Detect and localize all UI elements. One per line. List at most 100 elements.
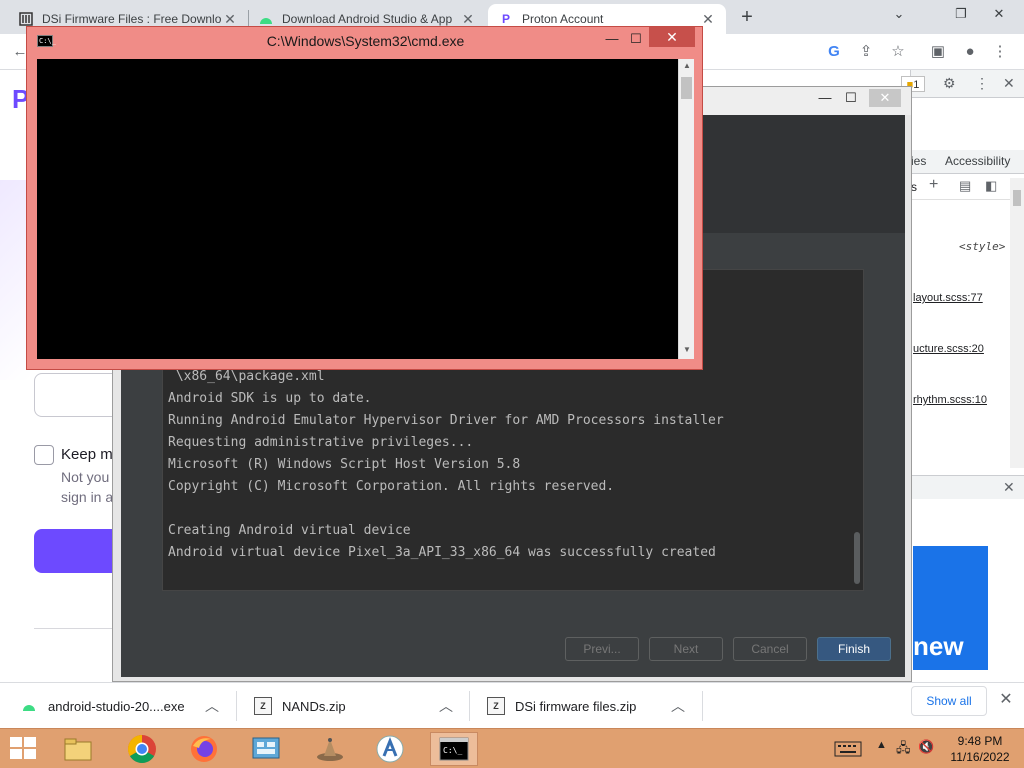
toggle-sidebar-icon[interactable]: ◧ bbox=[985, 178, 997, 194]
close-window-icon[interactable]: ✕ bbox=[984, 2, 1014, 26]
source-link[interactable]: layout.scss:77 bbox=[913, 292, 983, 304]
archive-icon bbox=[18, 11, 34, 27]
console-line: Running Android Emulator Hypervisor Driv… bbox=[168, 413, 724, 428]
close-tab-icon[interactable]: ✕ bbox=[700, 11, 716, 28]
clock-date: 11/16/2022 bbox=[950, 750, 1010, 764]
firefox-icon[interactable] bbox=[180, 732, 228, 766]
show-all-button[interactable]: Show all bbox=[911, 686, 987, 716]
tab-title: DSi Firmware Files : Free Downlo bbox=[42, 12, 222, 26]
divider bbox=[34, 628, 114, 629]
close-icon[interactable]: ✕ bbox=[649, 27, 695, 47]
file-explorer-icon[interactable] bbox=[54, 732, 102, 766]
console-line: Android SDK is up to date. bbox=[168, 391, 372, 406]
tab-accessibility[interactable]: Accessibility bbox=[945, 154, 1010, 168]
finish-button[interactable]: Finish bbox=[817, 637, 891, 661]
console-line: Requesting administrative privileges... bbox=[168, 435, 474, 450]
chevron-up-icon[interactable]: ︿ bbox=[668, 696, 688, 716]
scroll-up-icon[interactable]: ▲ bbox=[679, 59, 695, 73]
styles-toolbar: s + ▤ ◧ bbox=[911, 174, 1011, 200]
chrome-icon[interactable] bbox=[118, 732, 166, 766]
console-scrollbar[interactable] bbox=[854, 532, 860, 584]
close-downloads-icon[interactable]: ✕ bbox=[996, 689, 1016, 709]
devtools-drawer-header: ✕ bbox=[911, 475, 1024, 499]
close-devtools-icon[interactable]: ✕ bbox=[1003, 75, 1015, 92]
downloads-bar: android-studio-20....exe ︿ Z NANDs.zip ︿… bbox=[0, 682, 1024, 728]
cmd-taskbar-icon[interactable]: C:\_ bbox=[430, 732, 478, 766]
google-icon[interactable]: G bbox=[824, 42, 844, 62]
console-line: Creating Android virtual device bbox=[168, 523, 411, 538]
divider bbox=[469, 691, 470, 721]
close-drawer-icon[interactable]: ✕ bbox=[1003, 479, 1015, 496]
scrollbar-thumb[interactable] bbox=[1013, 190, 1021, 206]
divider bbox=[702, 691, 703, 721]
keep-signed-in-label: Keep m bbox=[61, 446, 113, 463]
chevron-up-icon[interactable]: ︿ bbox=[436, 696, 456, 716]
restore-window-icon[interactable]: ❐ bbox=[946, 2, 976, 26]
share-icon[interactable]: ⇪ bbox=[856, 42, 876, 62]
chrome-menu-icon[interactable]: ⋮ bbox=[990, 42, 1010, 62]
settings-gear-icon[interactable]: ⚙ bbox=[943, 75, 956, 92]
download-filename: android-studio-20....exe bbox=[48, 698, 185, 714]
windows-taskbar: C:\_ ▲ 🖧 🔇 9:48 PM 11/16/2022 bbox=[0, 728, 1024, 768]
cmd-scrollbar[interactable]: ▲ ▼ bbox=[678, 59, 694, 359]
cancel-button[interactable]: Cancel bbox=[733, 637, 807, 661]
devtools-subtabs: ies Accessibility bbox=[911, 150, 1024, 174]
minimize-icon[interactable]: — bbox=[599, 29, 625, 49]
close-tab-icon[interactable]: ✕ bbox=[460, 11, 476, 28]
devtools-panel: ■1 ⚙ ⋮ ✕ ies Accessibility s + ▤ ◧ <styl… bbox=[901, 70, 1024, 682]
side-panel-icon[interactable]: ▣ bbox=[928, 42, 948, 62]
style-tag-label: <style> bbox=[959, 240, 1006, 253]
add-rule-icon[interactable]: + bbox=[929, 176, 938, 194]
volume-muted-icon[interactable]: 🔇 bbox=[918, 739, 934, 759]
control-panel-icon[interactable] bbox=[242, 732, 290, 766]
download-item[interactable]: android-studio-20....exe bbox=[20, 683, 185, 729]
scroll-down-icon[interactable]: ▼ bbox=[679, 343, 695, 357]
chevron-up-icon[interactable]: ︿ bbox=[202, 696, 222, 716]
source-link[interactable]: rhythm.scss:10 bbox=[913, 394, 987, 406]
tab-search-icon[interactable]: ⌄ bbox=[884, 2, 914, 26]
console-line: Android virtual device Pixel_3a_API_33_x… bbox=[168, 545, 716, 560]
paint-icon[interactable]: ▤ bbox=[959, 178, 971, 194]
maximize-icon[interactable]: ☐ bbox=[839, 89, 863, 107]
android-icon bbox=[258, 11, 274, 27]
network-icon[interactable]: 🖧 bbox=[896, 739, 911, 759]
new-tab-button[interactable]: + bbox=[736, 6, 758, 28]
download-item[interactable]: Z NANDs.zip bbox=[254, 683, 346, 729]
devtools-topbar: ■1 ⚙ ⋮ ✕ bbox=[901, 70, 1024, 98]
console-line: Copyright (C) Microsoft Corporation. All… bbox=[168, 479, 615, 494]
taskbar-clock[interactable]: 9:48 PM 11/16/2022 bbox=[938, 733, 1022, 765]
close-tab-icon[interactable]: ✕ bbox=[222, 11, 238, 28]
close-icon[interactable]: ✕ bbox=[869, 89, 901, 107]
source-link[interactable]: ucture.scss:20 bbox=[913, 343, 984, 355]
svg-text:C:\_: C:\_ bbox=[443, 746, 462, 755]
android-icon bbox=[20, 697, 38, 715]
cmd-console[interactable] bbox=[37, 59, 678, 359]
profile-avatar-icon[interactable]: ● bbox=[960, 42, 980, 62]
devtools-scrollbar[interactable] bbox=[1010, 178, 1024, 468]
previous-button[interactable]: Previ... bbox=[565, 637, 639, 661]
whats-new-banner: new bbox=[913, 546, 988, 670]
cmd-window: C:\_ C:\Windows\System32\cmd.exe — ☐ ✕ ▲… bbox=[26, 26, 703, 370]
keep-signed-in-checkbox[interactable] bbox=[34, 445, 54, 465]
tray-expand-icon[interactable]: ▲ bbox=[876, 739, 887, 759]
minimize-icon[interactable]: — bbox=[813, 89, 837, 107]
tab-title: Download Android Studio & App bbox=[282, 12, 453, 26]
next-button[interactable]: Next bbox=[649, 637, 723, 661]
touch-keyboard-icon[interactable] bbox=[834, 741, 862, 761]
installer-icon[interactable] bbox=[306, 732, 354, 766]
tab-properties[interactable]: ies bbox=[911, 154, 926, 168]
clock-time: 9:48 PM bbox=[957, 734, 1003, 748]
proton-icon: P bbox=[501, 12, 510, 26]
console-line: Microsoft (R) Windows Script Host Versio… bbox=[168, 457, 521, 472]
bookmark-star-icon[interactable]: ☆ bbox=[888, 42, 908, 62]
windows-start-icon[interactable] bbox=[10, 737, 38, 761]
devtools-menu-icon[interactable]: ⋮ bbox=[975, 75, 989, 92]
android-studio-icon[interactable] bbox=[366, 732, 414, 766]
scrollbar-thumb[interactable] bbox=[681, 77, 692, 99]
maximize-icon[interactable]: ☐ bbox=[623, 29, 649, 49]
divider bbox=[236, 691, 237, 721]
download-item[interactable]: Z DSi firmware files.zip bbox=[487, 683, 636, 729]
download-filename: NANDs.zip bbox=[282, 698, 346, 714]
tab-title: Proton Account bbox=[522, 12, 604, 26]
